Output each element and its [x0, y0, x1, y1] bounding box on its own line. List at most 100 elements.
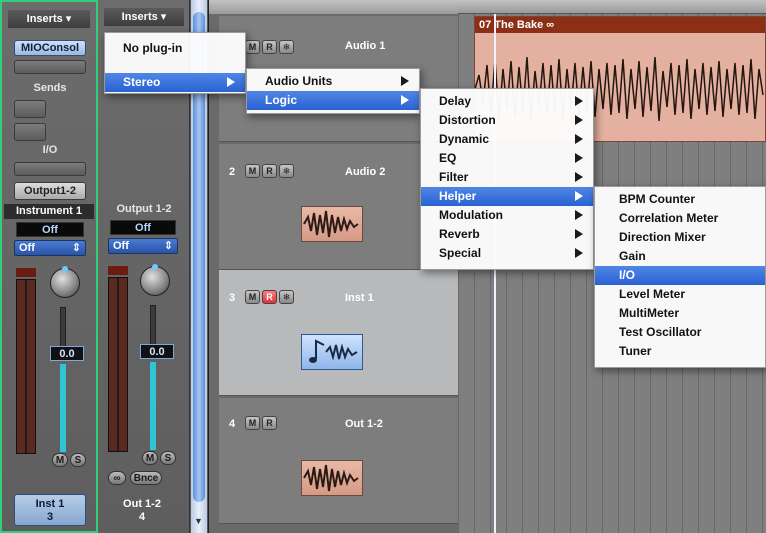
- volume-fader-track[interactable]: [60, 364, 66, 452]
- menu-item-reverb[interactable]: Reverb: [421, 225, 593, 244]
- menu-item-special[interactable]: Special: [421, 244, 593, 263]
- mute-button[interactable]: M: [245, 40, 260, 54]
- region-title-text: 07 The Bake: [479, 19, 544, 31]
- menu-item-stereo[interactable]: Stereo: [105, 73, 245, 92]
- solo-button[interactable]: S: [70, 453, 86, 467]
- menu-item-io[interactable]: I/O: [595, 266, 765, 285]
- volume-fader-track[interactable]: [150, 362, 156, 450]
- menu-item-direction-mixer[interactable]: Direction Mixer: [595, 228, 765, 247]
- group-lcd[interactable]: Off: [16, 222, 84, 237]
- menu-item-eq[interactable]: EQ: [421, 149, 593, 168]
- submenu-arrow-icon: [575, 115, 583, 125]
- menu-item-test-oscillator[interactable]: Test Oscillator: [595, 323, 765, 342]
- menu-item-label: Correlation Meter: [619, 211, 719, 225]
- submenu-arrow-icon: [575, 210, 583, 220]
- strip-name-footer[interactable]: Inst 1 3: [14, 494, 86, 526]
- mute-button[interactable]: M: [142, 451, 158, 465]
- bounce-button[interactable]: Bnce: [130, 471, 162, 485]
- footer-name: Out 1-2: [123, 498, 161, 510]
- solo-button[interactable]: S: [160, 451, 176, 465]
- link-icon[interactable]: ∞: [108, 471, 126, 485]
- loop-icon: ∞: [546, 19, 555, 31]
- menu-item-label: Reverb: [439, 227, 480, 241]
- mute-button[interactable]: M: [52, 453, 68, 467]
- pan-knob[interactable]: [50, 268, 80, 298]
- mute-button[interactable]: M: [245, 416, 260, 430]
- mute-button[interactable]: M: [245, 164, 260, 178]
- audio-waveform-icon: [301, 460, 363, 496]
- record-button[interactable]: R: [262, 290, 277, 304]
- automation-popup[interactable]: Off ⇕: [108, 238, 178, 254]
- track-name: Audio 2: [345, 166, 386, 178]
- menu-item-label: MultiMeter: [619, 306, 679, 320]
- automation-popup[interactable]: Off ⇕: [14, 240, 86, 256]
- output-slot[interactable]: Output1-2: [14, 182, 86, 200]
- freeze-icon[interactable]: ❄: [279, 40, 294, 54]
- submenu-arrow-icon: [575, 96, 583, 106]
- audio-waveform-icon: [301, 206, 363, 242]
- inserts-header[interactable]: Inserts ▾: [104, 8, 184, 26]
- region-title: 07 The Bake ∞: [475, 17, 765, 33]
- pan-knob[interactable]: [140, 266, 170, 296]
- submenu-arrow-icon: [227, 77, 235, 87]
- automation-value: Off: [113, 240, 129, 252]
- menu-item-label: Modulation: [439, 208, 503, 222]
- io-label: I/O: [42, 144, 58, 156]
- strip-name-footer[interactable]: Out 1-2 4: [106, 498, 178, 526]
- updown-arrows-icon: ⇕: [163, 240, 173, 252]
- sends-label: Sends: [33, 82, 67, 94]
- send-slot-1[interactable]: [14, 100, 46, 118]
- menu-item-modulation[interactable]: Modulation: [421, 206, 593, 225]
- menu-item-tuner[interactable]: Tuner: [595, 342, 765, 361]
- arrange-ruler[interactable]: [458, 0, 766, 14]
- clip-indicator[interactable]: [108, 266, 128, 275]
- record-button[interactable]: R: [262, 164, 277, 178]
- input-slot[interactable]: [14, 162, 86, 176]
- submenu-arrow-icon: [575, 248, 583, 258]
- menu-item-helper[interactable]: Helper: [421, 187, 593, 206]
- freeze-icon[interactable]: ❄: [279, 290, 294, 304]
- updown-arrows-icon: ⇕: [71, 242, 81, 254]
- menu-item-audio-units[interactable]: Audio Units: [247, 72, 419, 91]
- menu-item-delay[interactable]: Delay: [421, 92, 593, 111]
- menu-item-label: Audio Units: [265, 74, 333, 88]
- insert-plugin-menu: No plug-in Stereo: [104, 32, 246, 94]
- submenu-arrow-icon: [575, 229, 583, 239]
- track-row[interactable]: 4 M R Out 1-2: [219, 398, 459, 524]
- menu-item-label: Helper: [439, 189, 477, 203]
- menu-item-multimeter[interactable]: MultiMeter: [595, 304, 765, 323]
- menu-item-label: Special: [439, 246, 482, 260]
- menu-item-label: Test Oscillator: [619, 325, 702, 339]
- menu-item-distortion[interactable]: Distortion: [421, 111, 593, 130]
- chevron-down-icon: ▾: [160, 11, 167, 23]
- pan-indicator: [152, 264, 158, 270]
- menu-item-filter[interactable]: Filter: [421, 168, 593, 187]
- freeze-icon[interactable]: ❄: [279, 164, 294, 178]
- volume-value[interactable]: 0.0: [140, 344, 174, 359]
- clip-indicator[interactable]: [16, 268, 36, 277]
- submenu-arrow-icon: [575, 153, 583, 163]
- menu-item-level-meter[interactable]: Level Meter: [595, 285, 765, 304]
- menu-item-label: Tuner: [619, 344, 652, 358]
- track-row-selected[interactable]: 3 M R ❄ Inst 1: [219, 270, 459, 396]
- menu-item-logic[interactable]: Logic: [247, 91, 419, 110]
- volume-value[interactable]: 0.0: [50, 346, 84, 361]
- insert-slot-mioconsol[interactable]: MIOConsol: [14, 40, 86, 56]
- footer-number: 3: [46, 511, 54, 523]
- menu-item-gain[interactable]: Gain: [595, 247, 765, 266]
- menu-item-no-plugin[interactable]: No plug-in: [105, 37, 245, 59]
- menu-item-correlation-meter[interactable]: Correlation Meter: [595, 209, 765, 228]
- menu-item-label: Gain: [619, 249, 646, 263]
- scroll-down-arrow-icon[interactable]: ▼: [194, 516, 203, 526]
- inserts-header[interactable]: Inserts ▾: [8, 10, 90, 28]
- group-lcd[interactable]: Off: [110, 220, 176, 235]
- send-slot-2[interactable]: [14, 123, 46, 141]
- menu-item-label: Filter: [439, 170, 469, 184]
- menu-item-bpm-counter[interactable]: BPM Counter: [595, 190, 765, 209]
- record-button[interactable]: R: [262, 416, 277, 430]
- menu-item-dynamic[interactable]: Dynamic: [421, 130, 593, 149]
- mute-button[interactable]: M: [245, 290, 260, 304]
- record-button[interactable]: R: [262, 40, 277, 54]
- track-name: Inst 1: [345, 292, 374, 304]
- insert-slot-empty[interactable]: [14, 60, 86, 74]
